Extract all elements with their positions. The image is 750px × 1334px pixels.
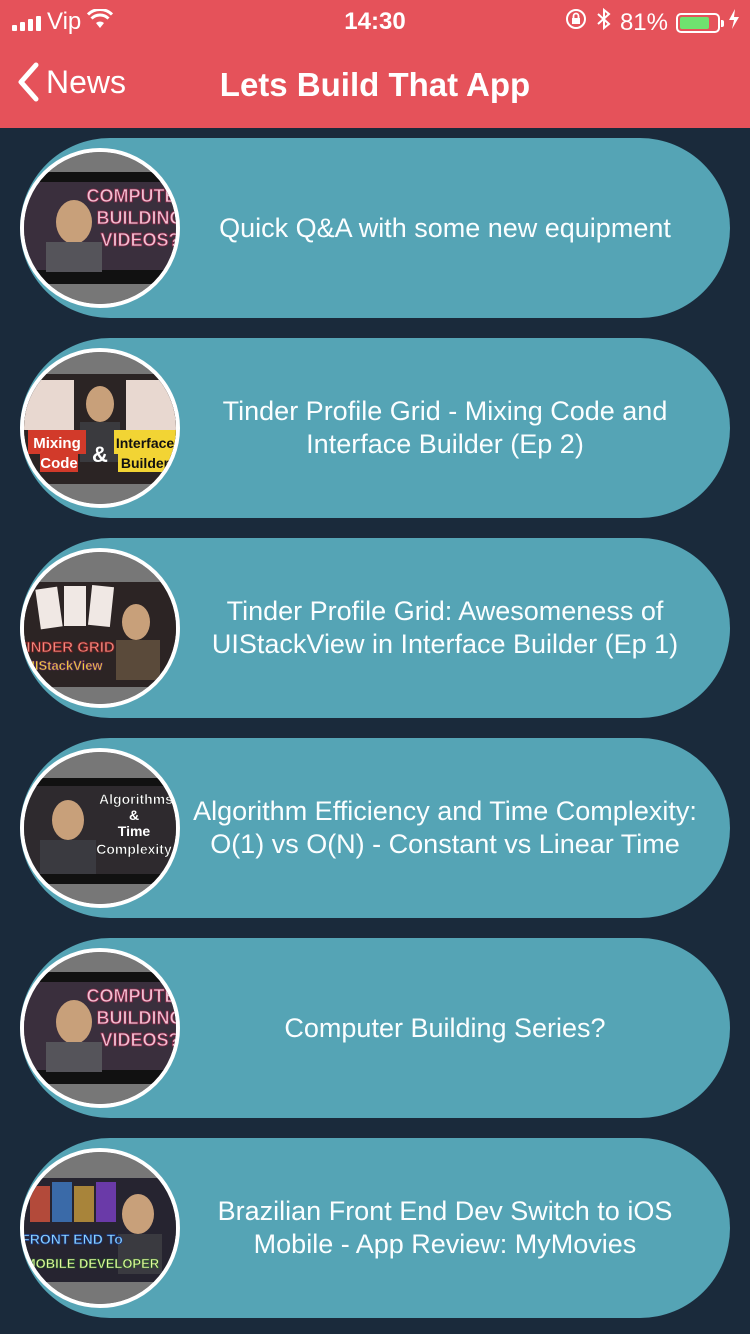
thumb-caption: Builder	[121, 455, 170, 471]
video-title: Tinder Profile Grid: Awesomeness of UISt…	[211, 596, 679, 659]
status-bar: Vip 14:30 81%	[0, 0, 750, 40]
mixing-code-interface-builder-thumbnail-icon: Mixing Code & Interface Builder	[20, 348, 180, 508]
video-cell[interactable]: Algorithms & Time Complexity Algorithm E…	[20, 738, 730, 918]
thumb-caption: Complexity	[96, 841, 172, 857]
status-right: 81%	[564, 7, 740, 38]
battery-percent: 81%	[619, 8, 668, 36]
front-end-to-mobile-developer-thumbnail-icon: FRONT END To MOBILE DEVELOPER	[20, 1148, 180, 1308]
video-cell[interactable]: COMPUTER BUILDING VIDEOS? Quick Q&A with…	[20, 138, 730, 318]
thumb-caption: Interface	[116, 435, 175, 451]
thumb-caption: COMPUTER	[87, 186, 177, 206]
bluetooth-icon	[596, 7, 612, 38]
thumb-caption: MOBILE DEVELOPER	[25, 1256, 160, 1271]
battery-fill	[680, 16, 709, 29]
thumb-caption: TINDER GRID	[24, 639, 115, 656]
thumb-caption: Mixing	[33, 435, 81, 452]
thumb-caption: Time	[118, 823, 151, 839]
video-cell[interactable]: FRONT END To MOBILE DEVELOPER Brazilian …	[20, 1138, 730, 1318]
video-cell[interactable]: Mixing Code & Interface Builder Tinder P…	[20, 338, 730, 518]
video-title: Quick Q&A with some new equipment	[219, 212, 671, 243]
battery-icon	[676, 12, 724, 33]
thumb-caption: UIStackView	[25, 658, 103, 673]
tinder-grid-uistackview-thumbnail-icon: TINDER GRID UIStackView	[20, 548, 180, 708]
page-title: Lets Build That App	[219, 66, 531, 103]
video-title: Brazilian Front End Dev Switch to iOS Mo…	[217, 1196, 673, 1259]
orientation-lock-icon	[564, 7, 588, 38]
thumb-caption: BUILDING	[97, 1008, 177, 1028]
video-cell[interactable]: TINDER GRID UIStackView Tinder Profile G…	[20, 538, 730, 718]
thumb-caption: VIDEOS?	[100, 1030, 176, 1050]
thumb-caption: Code	[40, 455, 78, 472]
computer-building-videos-thumbnail-icon: COMPUTER BUILDING VIDEOS?	[20, 948, 180, 1108]
thumb-caption: &	[129, 807, 139, 823]
header-bar: Vip 14:30 81% News Lets Build That App	[0, 0, 750, 128]
computer-building-videos-thumbnail-icon: COMPUTER BUILDING VIDEOS?	[20, 148, 180, 308]
video-cell[interactable]: COMPUTER BUILDING VIDEOS? Computer Build…	[20, 938, 730, 1118]
navigation-bar: News Lets Build That App	[0, 44, 750, 128]
thumb-caption: &	[92, 442, 108, 467]
thumb-caption: BUILDING	[97, 208, 177, 228]
thumb-caption: COMPUTER	[87, 986, 177, 1006]
thumb-caption: FRONT END To	[24, 1231, 123, 1247]
thumb-caption: VIDEOS?	[100, 230, 176, 250]
charging-icon	[728, 8, 740, 37]
video-title: Algorithm Efficiency and Time Complexity…	[193, 796, 697, 859]
video-title: Computer Building Series?	[284, 1012, 606, 1043]
thumb-caption: Algorithms	[99, 791, 173, 807]
algorithms-time-complexity-thumbnail-icon: Algorithms & Time Complexity	[20, 748, 180, 908]
video-title: Tinder Profile Grid - Mixing Code and In…	[222, 396, 668, 459]
